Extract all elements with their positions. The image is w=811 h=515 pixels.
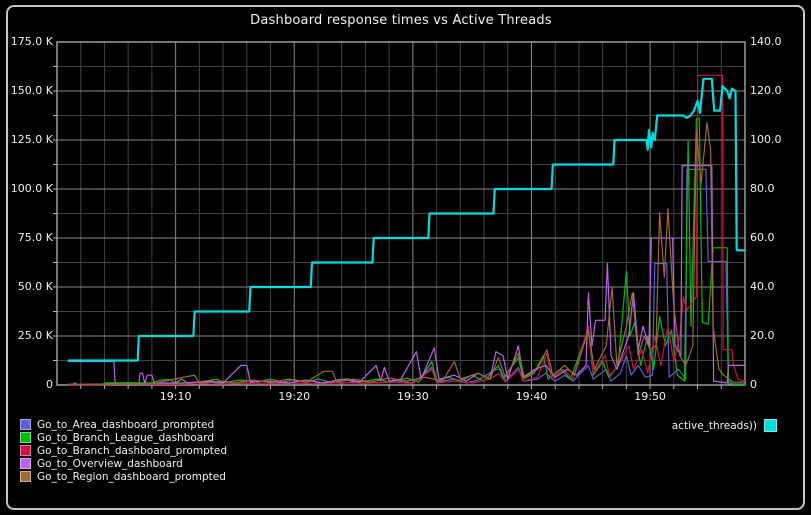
legend-swatch (20, 445, 31, 456)
legend-item-3[interactable]: Go_to_Overview_dashboard (20, 457, 227, 470)
legend: Go_to_Area_dashboard_prompted Go_to_Branc… (20, 418, 227, 483)
legend-label: Go_to_Region_dashboard_prompted (37, 470, 226, 483)
legend-swatch (20, 432, 31, 443)
y-left-tick-label: 50.0 K (17, 280, 53, 293)
legend-label: Go_to_Overview_dashboard (37, 457, 183, 470)
legend-swatch (20, 471, 31, 482)
x-tick-label: 19:40 (515, 390, 548, 403)
legend-label: active_threads)) (671, 419, 757, 432)
y-left-tick-label: 175.0 K (10, 35, 53, 48)
legend-label: Go_to_Branch_League_dashboard (37, 431, 215, 444)
y-right-tick-label: 40.0 (750, 280, 775, 293)
chart-title: Dashboard response times vs Active Threa… (250, 13, 552, 28)
legend-swatch (20, 458, 31, 469)
legend-item-active-threads[interactable]: active_threads)) (672, 419, 777, 432)
legend-item-4[interactable]: Go_to_Region_dashboard_prompted (20, 470, 227, 483)
y-left-tick-label: 25.0 K (17, 329, 53, 342)
y-right-tick-label: 20.0 (750, 329, 775, 342)
x-tick-label: 19:10 (159, 390, 192, 403)
series-line-go-to-overview-dashboard (67, 164, 745, 385)
app-window: Dashboard response times vs Active Threa… (0, 0, 811, 515)
y-right-tick-label: 0 (750, 378, 757, 391)
y-right-tick-label: 100.0 (750, 133, 782, 146)
y-right-tick-label: 80.0 (750, 182, 775, 195)
legend-label: Go_to_Branch_dashboard_prompted (37, 444, 227, 457)
x-tick-label: 19:30 (397, 390, 429, 403)
y-left-tick-label: 100.0 K (10, 182, 53, 195)
y-right-tick-label: 140.0 (750, 35, 782, 48)
legend-swatch-active-threads (764, 419, 777, 432)
x-tick-label: 19:50 (634, 390, 666, 403)
y-left-tick-label: 150.0 K (10, 84, 53, 97)
legend-item-0[interactable]: Go_to_Area_dashboard_prompted (20, 418, 227, 431)
series-line-active-threads- (67, 77, 745, 362)
legend-swatch (20, 419, 31, 430)
y-left-tick-label: 0 (46, 378, 53, 391)
legend-item-2[interactable]: Go_to_Branch_dashboard_prompted (20, 444, 227, 457)
y-right-tick-label: 60.0 (750, 231, 775, 244)
legend-label: Go_to_Area_dashboard_prompted (37, 418, 215, 431)
x-tick-label: 19:20 (278, 390, 311, 403)
series-line-go-to-region-dashboard-prompted (67, 121, 745, 385)
legend-item-1[interactable]: Go_to_Branch_League_dashboard (20, 431, 227, 444)
y-left-tick-label: 125.0 K (10, 133, 53, 146)
y-left-tick-label: 75.0 K (17, 231, 53, 244)
y-right-tick-label: 120.0 (750, 84, 782, 97)
